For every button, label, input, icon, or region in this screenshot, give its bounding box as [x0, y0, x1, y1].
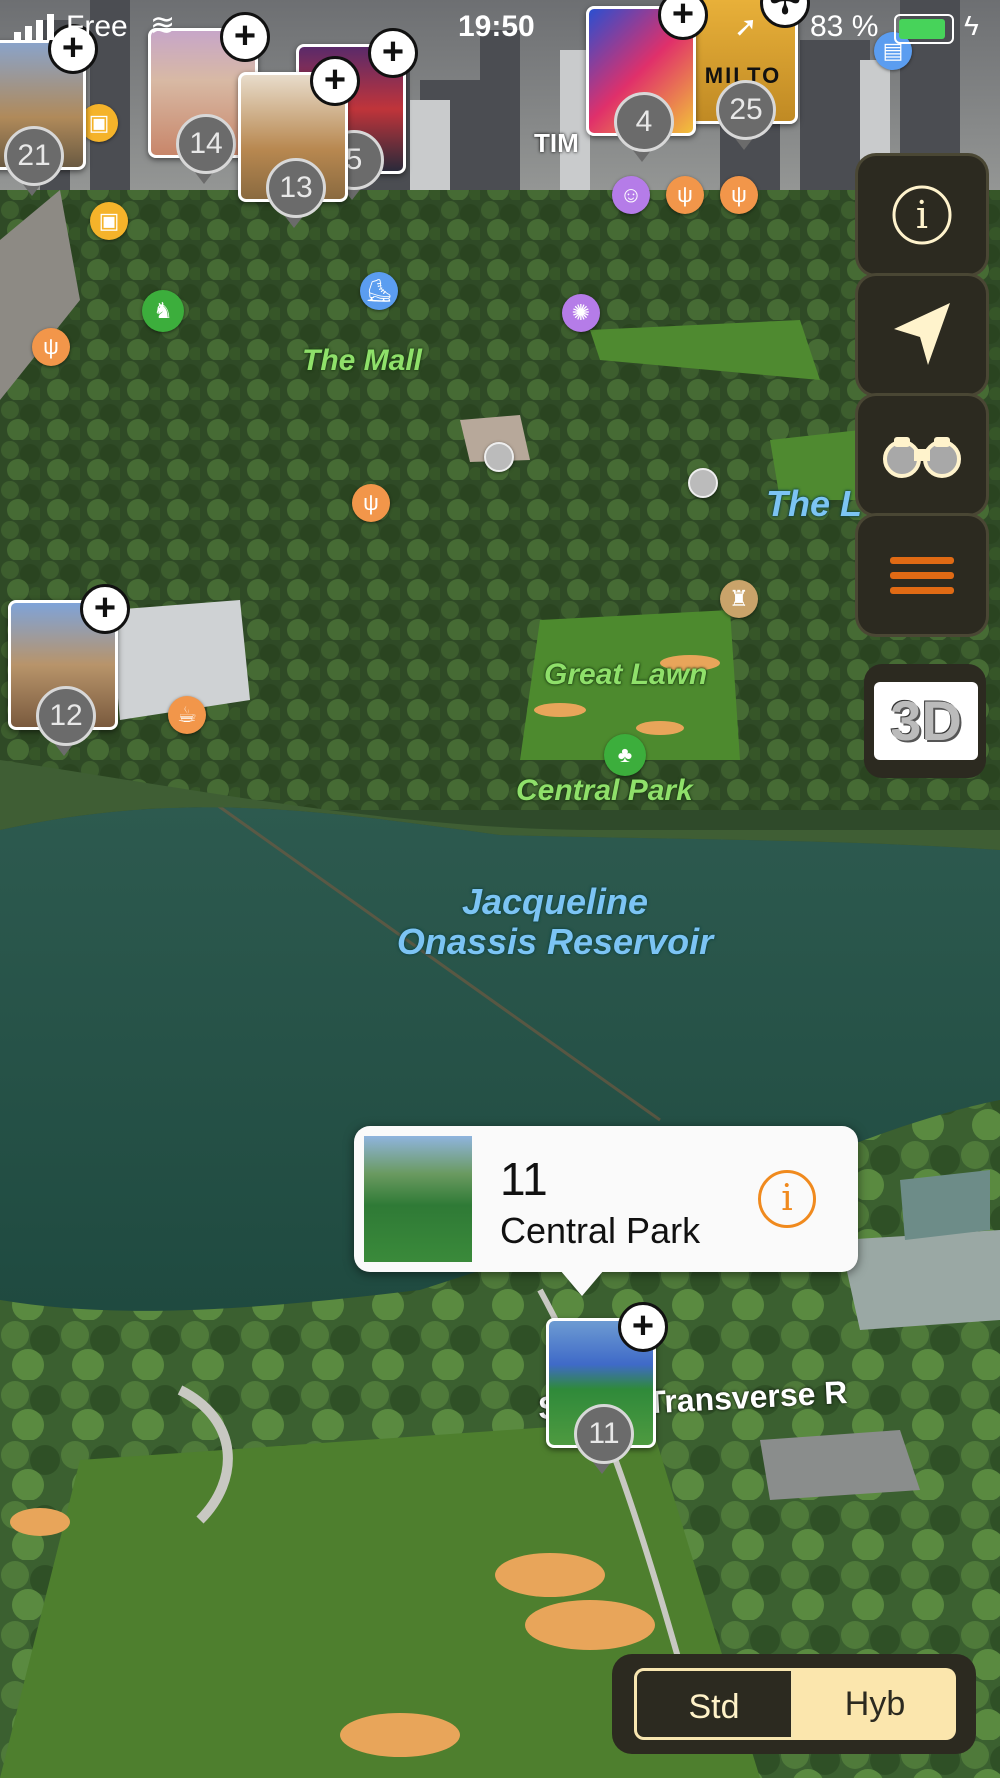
label-central-park: Central Park [516, 774, 693, 807]
place-callout[interactable]: 11 Central Park i [354, 1126, 858, 1296]
svg-text:i: i [916, 193, 928, 237]
add-icon[interactable]: + [310, 56, 360, 106]
zoo-icon[interactable]: ♞ [142, 290, 184, 332]
info-icon: i [892, 185, 952, 245]
restaurant-icon[interactable]: ψ [32, 328, 70, 366]
segment-hybrid[interactable]: Hyb [794, 1668, 956, 1740]
callout-number: 11 [500, 1153, 548, 1205]
pin-number: 21 [4, 126, 64, 186]
carrier-name: Free [66, 10, 128, 43]
callout-info-icon[interactable]: i [758, 1170, 816, 1228]
signal-icon [14, 14, 54, 40]
battery-fill [899, 19, 946, 39]
pin-number: 13 [266, 158, 326, 218]
callout-tail [560, 1270, 604, 1296]
toggle-3d-button[interactable]: 3D [864, 664, 986, 778]
restaurant-icon[interactable]: ψ [666, 176, 704, 214]
landmark-dot-icon[interactable] [484, 442, 514, 472]
label-the-l: The L [766, 483, 862, 524]
location-arrow-icon [894, 303, 950, 365]
label-the-mall: The Mall [302, 344, 423, 377]
pin-number: 14 [176, 114, 236, 174]
photo-pin-12[interactable]: 12 + [8, 584, 130, 756]
landmark-dot-icon[interactable] [688, 468, 718, 498]
ice-skating-icon[interactable]: ⛸ [360, 272, 398, 310]
callout-thumbnail [364, 1136, 472, 1262]
pin-number: 25 [716, 80, 776, 140]
label-great-lawn: Great Lawn [544, 658, 708, 691]
cafe-icon[interactable]: ☕ [168, 696, 206, 734]
map-view[interactable]: The Mall Great Lawn Central Park Jacquel… [0, 0, 1000, 1778]
pin-number: 11 [574, 1404, 634, 1464]
restaurant-icon[interactable]: ψ [352, 484, 390, 522]
locate-me-button[interactable] [858, 276, 986, 394]
info-button[interactable]: i [858, 156, 986, 274]
park-tree-icon[interactable]: ♣ [604, 734, 646, 776]
callout-name: Central Park [500, 1210, 701, 1251]
location-arrow-icon: ➚ [734, 11, 758, 42]
charging-bolt-icon: ϟ [964, 10, 979, 41]
shopping-bag-icon[interactable]: ▣ [90, 202, 128, 240]
status-bar: Free ≋ 19:50 ➚ 83 % ϟ [0, 0, 1000, 54]
battery-percent: 83 % [810, 10, 879, 43]
menu-button[interactable] [858, 516, 986, 634]
ferris-wheel-icon[interactable]: ✺ [562, 294, 600, 332]
hamburger-menu-icon [890, 557, 954, 594]
pin-number: 4 [614, 92, 674, 152]
battery-icon [894, 14, 954, 44]
restaurant-icon[interactable]: ψ [720, 176, 758, 214]
pin-number: 12 [36, 686, 96, 746]
photo-pin-21[interactable]: 21 + [0, 24, 98, 196]
label-reservoir-line2: Onassis Reservoir [396, 921, 714, 962]
3d-label: 3D [874, 682, 978, 760]
label-times: TIM [534, 128, 579, 158]
map-type-segmented-control[interactable]: Std Hyb [612, 1654, 976, 1754]
explore-button[interactable] [858, 396, 986, 514]
add-icon[interactable]: + [618, 1302, 668, 1352]
add-icon[interactable]: + [80, 584, 130, 634]
castle-icon[interactable]: ♜ [720, 580, 758, 618]
photo-pin-13[interactable]: 13 + [238, 56, 360, 228]
binoculars-icon [883, 437, 961, 478]
theater-icon[interactable]: ☺ [612, 176, 650, 214]
clock: 19:50 [458, 10, 535, 43]
photo-pin-11[interactable]: 11 + [546, 1302, 668, 1474]
label-reservoir-line1: Jacqueline [461, 881, 649, 922]
wifi-icon: ≋ [150, 9, 176, 42]
label-reservoir: Jacqueline Onassis Reservoir [370, 882, 740, 962]
segment-standard[interactable]: Std [634, 1668, 794, 1740]
